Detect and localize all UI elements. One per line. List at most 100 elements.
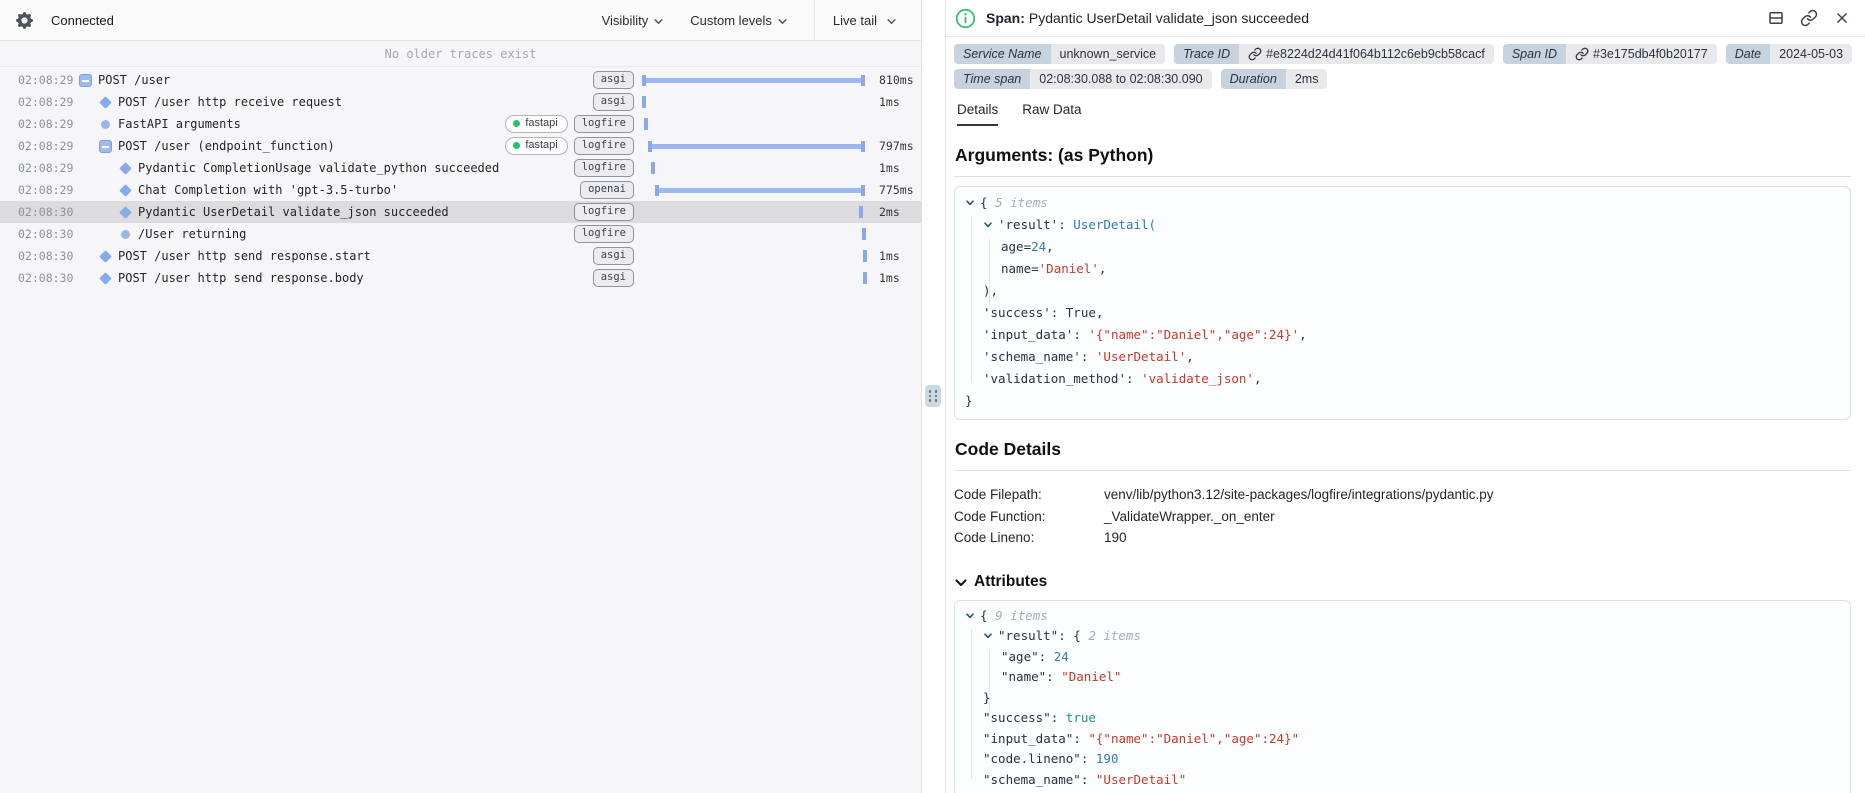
trace-row[interactable]: 02:08:29 Chat Completion with 'gpt-3.5-tu… [0, 179, 921, 201]
trace-row-time: 02:08:29 [18, 73, 74, 87]
badge-label: Date [1725, 44, 1771, 64]
live-tail-dropdown[interactable]: Live tail [813, 0, 921, 41]
span-kind-label: Span: [986, 10, 1025, 26]
span-diamond-icon [118, 161, 132, 175]
green-dot-icon [513, 142, 521, 149]
collapse-chevron-icon[interactable] [983, 220, 998, 230]
trace-row-label: POST /user [98, 73, 171, 87]
duration-bar [642, 74, 865, 86]
detail-tabs: Details Raw Data [954, 102, 1851, 126]
duration-tick [863, 272, 867, 284]
collapse-toggle-icon[interactable] [78, 73, 92, 87]
trace-row[interactable]: 02:08:29 Pydantic CompletionUsage validat… [0, 157, 921, 179]
trace-row[interactable]: 02:08:30 Pydantic UserDetail validate_jso… [0, 201, 921, 223]
code-details-table: Code Filepath: venv/lib/python3.12/site-p… [954, 484, 1851, 549]
visibility-dropdown[interactable]: Visibility [602, 13, 665, 28]
duration-bar-track [642, 157, 872, 179]
tag-asgi[interactable]: asgi [592, 93, 634, 111]
tag-fastapi[interactable]: fastapi [505, 137, 568, 155]
trace-row-time: 02:08:30 [18, 227, 74, 241]
indent-guide [989, 648, 990, 711]
tag-fastapi[interactable]: fastapi [505, 115, 568, 133]
trace-row-label: Pydantic CompletionUsage validate_python… [138, 161, 500, 175]
tag-asgi[interactable]: asgi [592, 247, 634, 265]
trace-row[interactable]: 02:08:29 POST /user http receive request a… [0, 91, 921, 113]
badge-value[interactable]: #e8224d24d41f064b112c6eb9cb58cacf [1239, 44, 1494, 64]
span-diamond-icon [98, 95, 112, 109]
tag-logfire[interactable]: logfire [573, 137, 634, 155]
trace-panel: Connected Visibility Custom levels Live … [0, 0, 922, 793]
badge-trace-id: Trace ID #e8224d24d41f064b112c6eb9cb58cac… [1174, 44, 1494, 64]
collapse-chevron-icon[interactable] [965, 198, 980, 208]
trace-row-tags: fastapi logfire [505, 137, 642, 155]
trace-row[interactable]: 02:08:29 POST /user (endpoint_function) fa… [0, 135, 921, 157]
duration-bar-track [642, 91, 872, 113]
duration-tick [644, 118, 648, 130]
arguments-heading: Arguments: (as Python) [955, 145, 1154, 165]
trace-row-time: 02:08:29 [18, 95, 74, 109]
code-line: "schema_name": "UserDetail" [983, 771, 1187, 787]
collapse-chevron-icon[interactable] [965, 611, 980, 621]
tab-raw-data[interactable]: Raw Data [1022, 102, 1081, 126]
code-detail-value: _ValidateWrapper._on_enter [1104, 508, 1275, 524]
badge-label: Trace ID [1174, 44, 1240, 64]
link-icon [1248, 47, 1262, 61]
trace-row-label: Chat Completion with 'gpt-3.5-turbo' [138, 183, 399, 197]
code-line: name='Daniel', [1001, 261, 1107, 276]
attributes-toggle[interactable]: Attributes [954, 573, 1851, 591]
trace-row-label: POST /user http send response.start [118, 249, 371, 263]
attributes-heading: Attributes [974, 572, 1048, 590]
trace-row-tags: logfire [514, 225, 642, 243]
tag-logfire[interactable]: logfire [573, 115, 634, 133]
tag-asgi[interactable]: asgi [592, 269, 634, 287]
trace-row-duration: 797ms [879, 139, 914, 153]
code-line: ), [983, 283, 999, 298]
badge-service-name: Service Name unknown_service [954, 44, 1166, 64]
trace-row[interactable]: 02:08:30 POST /user http send response.st… [0, 245, 921, 267]
code-detail-label: Code Lineno: [954, 530, 1035, 545]
collapse-chevron-icon[interactable] [983, 631, 998, 641]
copy-link-icon[interactable] [1800, 9, 1818, 27]
duration-bar-track [642, 245, 872, 267]
trace-row-duration: 1ms [879, 249, 900, 263]
code-line: 'result': UserDetail( [965, 214, 1840, 236]
code-detail-row: Code Function: _ValidateWrapper._on_enter [954, 506, 1851, 528]
trace-row[interactable]: 02:08:29 FastAPI arguments fastapi logfire [0, 113, 921, 135]
code-line: 'success': True, [983, 305, 1104, 320]
tag-asgi[interactable]: asgi [592, 71, 634, 89]
trace-row-time: 02:08:30 [18, 249, 74, 263]
badge-value[interactable]: #3e175db4f0b20177 [1566, 44, 1717, 64]
attributes-code-block: { 9 items "result": { 2 items "age": 24 "na… [954, 599, 1851, 793]
tag-logfire[interactable]: logfire [573, 225, 634, 243]
trace-row-tags: logfire [514, 203, 642, 221]
badge-label: Time span [954, 69, 1031, 89]
chevron-down-icon [886, 16, 897, 27]
trace-row[interactable]: 02:08:30/User returning logfire [0, 223, 921, 245]
chevron-down-icon [954, 576, 968, 590]
tag-openai[interactable]: openai [580, 181, 634, 199]
trace-row[interactable]: 02:08:29 POST /user asgi 810ms [0, 69, 921, 91]
split-panel-icon[interactable] [1767, 9, 1785, 27]
trace-row-label: POST /user http send response.body [118, 271, 364, 285]
code-line: "success": true [983, 710, 1096, 725]
panel-resize-handle[interactable] [925, 385, 941, 407]
code-detail-label: Code Filepath: [954, 487, 1042, 502]
span-metadata-badges: Service Name unknown_service Trace ID #e822… [954, 44, 1853, 89]
trace-row[interactable]: 02:08:30 POST /user http send response.bo… [0, 267, 921, 289]
custom-levels-dropdown[interactable]: Custom levels [690, 13, 788, 28]
trace-row-label: POST /user (endpoint_function) [118, 139, 335, 153]
tag-logfire[interactable]: logfire [573, 159, 634, 177]
green-dot-icon [513, 120, 521, 127]
duration-tick [859, 206, 863, 218]
code-detail-value: 190 [1104, 530, 1127, 545]
duration-tick [862, 228, 866, 240]
code-detail-value: venv/lib/python3.12/site-packages/logfir… [1104, 487, 1494, 502]
collapse-toggle-icon[interactable] [98, 139, 112, 153]
close-icon[interactable] [1833, 9, 1851, 27]
badge-value: 02:08:30.088 to 02:08:30.090 [1030, 69, 1212, 89]
settings-gear-icon[interactable] [16, 9, 38, 31]
code-line: age=24, [1001, 239, 1054, 254]
tab-details[interactable]: Details [957, 102, 999, 126]
tag-logfire[interactable]: logfire [573, 203, 634, 221]
trace-row-time: 02:08:29 [18, 183, 74, 197]
